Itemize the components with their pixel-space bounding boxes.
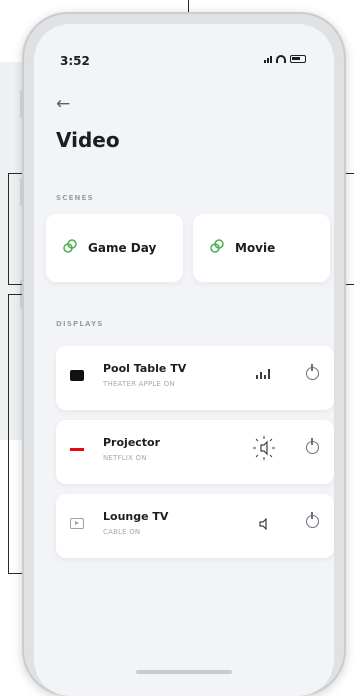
status-time: 3:52 — [60, 54, 90, 68]
back-button[interactable]: ← — [56, 94, 70, 114]
page-title: Video — [56, 128, 120, 152]
device-name: Projector — [103, 436, 161, 449]
annotation-line — [8, 173, 9, 285]
status-icons — [264, 55, 306, 63]
device-card-lounge-tv[interactable]: Lounge TV CABLE ON — [56, 494, 334, 558]
wifi-icon — [276, 55, 286, 63]
apple-tv-icon — [70, 370, 84, 381]
arrow-left-icon: ← — [56, 94, 71, 114]
speaker-icon[interactable] — [259, 517, 269, 533]
app-screen: 3:52 ← Video SCENES Game Day Movie DISPL… — [34, 24, 334, 696]
power-button[interactable] — [306, 364, 319, 380]
scene-link-icon — [62, 238, 78, 258]
scene-label: Game Day — [88, 241, 157, 255]
home-indicator — [136, 670, 232, 674]
volume-level-icon[interactable] — [256, 368, 270, 382]
cable-tv-icon — [70, 518, 84, 529]
device-status: NETFLIX ON — [103, 454, 147, 462]
annotation-line — [8, 294, 9, 574]
signal-icon — [264, 56, 272, 63]
scene-card-game-day[interactable]: Game Day — [46, 214, 183, 282]
scene-link-icon — [209, 238, 225, 258]
device-name: Pool Table TV — [103, 362, 187, 375]
device-card-pool-table-tv[interactable]: Pool Table TV THEATER APPLE ON — [56, 346, 334, 410]
device-card-projector[interactable]: Projector NETFLIX ON — [56, 420, 334, 484]
section-header-scenes: SCENES — [56, 194, 94, 202]
scene-card-movie[interactable]: Movie — [193, 214, 330, 282]
phone-frame: 3:52 ← Video SCENES Game Day Movie DISPL… — [22, 12, 346, 696]
device-status: THEATER APPLE ON — [103, 380, 175, 388]
scene-label: Movie — [235, 241, 276, 255]
section-header-displays: DISPLAYS — [56, 320, 104, 328]
power-button[interactable] — [306, 438, 319, 454]
speaker-active-icon[interactable] — [251, 434, 277, 465]
power-button[interactable] — [306, 512, 319, 528]
battery-icon — [290, 55, 306, 63]
netflix-icon — [70, 447, 84, 452]
device-name: Lounge TV — [103, 510, 169, 523]
device-status: CABLE ON — [103, 528, 141, 536]
